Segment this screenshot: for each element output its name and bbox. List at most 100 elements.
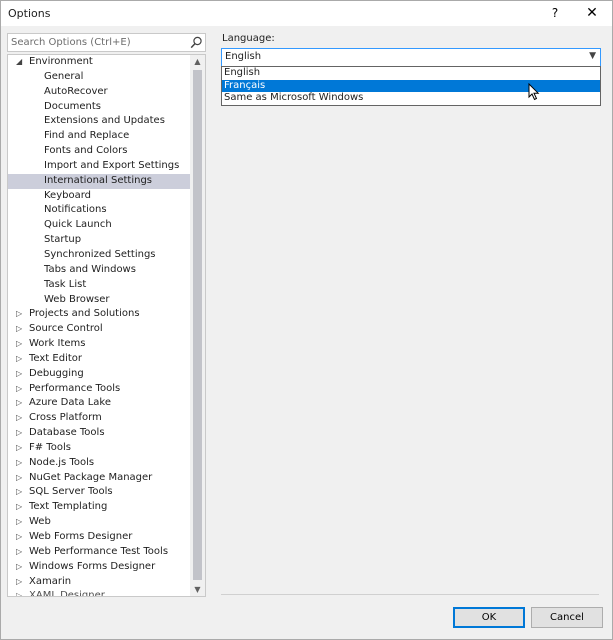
collapsed-arrow-icon[interactable]: ▷ [16, 396, 26, 411]
tree-item-label: Projects and Solutions [29, 308, 140, 320]
tree-item-label: Notifications [44, 204, 107, 216]
tree-item-label: General [44, 70, 84, 82]
collapsed-arrow-icon[interactable]: ▷ [16, 337, 26, 352]
collapsed-arrow-icon[interactable]: ▷ [16, 441, 26, 456]
tree-item[interactable]: ▷ Database Tools [8, 426, 190, 441]
tree-item[interactable]: Task List [8, 278, 190, 293]
tree-item[interactable]: ▷ Source Control [8, 322, 190, 337]
language-option-francais[interactable]: Français [222, 79, 600, 93]
search-input[interactable] [8, 34, 189, 51]
ok-button[interactable]: OK [453, 607, 525, 628]
tree-item[interactable]: ▷ Cross Platform [8, 411, 190, 426]
tree-item-label: Startup [44, 234, 82, 246]
collapsed-arrow-icon[interactable]: ▷ [16, 426, 26, 441]
tree-item-label: Database Tools [29, 427, 105, 439]
close-button[interactable]: ✕ [575, 0, 609, 26]
collapsed-arrow-icon[interactable]: ▷ [16, 560, 26, 575]
tree-item[interactable]: Quick Launch [8, 218, 190, 233]
tree-list: ◢ Environment General AutoRecover Documents E… [8, 55, 190, 597]
collapsed-arrow-icon[interactable]: ▷ [16, 471, 26, 486]
tree-item[interactable]: ▷ Web Performance Test Tools [8, 545, 190, 560]
collapsed-arrow-icon[interactable]: ▷ [16, 411, 26, 426]
scroll-up-icon[interactable]: ▲ [190, 55, 205, 68]
tree-item[interactable]: Notifications [8, 203, 190, 218]
scroll-thumb[interactable] [193, 70, 202, 580]
tree-item-label: Tabs and Windows [44, 263, 136, 275]
tree-item-label: Find and Replace [44, 130, 130, 142]
tree-item[interactable]: ▷ Work Items [8, 337, 190, 352]
cancel-button[interactable]: Cancel [531, 607, 603, 628]
collapsed-arrow-icon[interactable]: ▷ [16, 456, 26, 471]
tree-item[interactable]: ▷ Debugging [8, 367, 190, 382]
tree-item[interactable]: ▷ Node.js Tools [8, 456, 190, 471]
tree-item[interactable]: AutoRecover [8, 85, 190, 100]
tree-item-label: Fonts and Colors [44, 145, 128, 157]
collapsed-arrow-icon[interactable]: ▷ [16, 575, 26, 590]
title-bar: Options ? ✕ [0, 0, 613, 26]
tree-item-label: Debugging [29, 367, 84, 379]
tree-scrollbar[interactable]: ▲ ▼ [190, 55, 205, 596]
language-option-windows[interactable]: Same as Microsoft Windows [222, 92, 600, 105]
tree-item[interactable]: ▷ NuGet Package Manager [8, 471, 190, 486]
tree-item-label: Work Items [29, 338, 86, 350]
tree-item-label: Web Browser [44, 293, 110, 305]
tree-item[interactable]: Web Browser [8, 293, 190, 308]
collapsed-arrow-icon[interactable]: ▷ [16, 515, 26, 530]
tree-item[interactable]: ▷ SQL Server Tools [8, 485, 190, 500]
tree-item[interactable]: Find and Replace [8, 129, 190, 144]
tree-item-label: AutoRecover [44, 85, 108, 97]
expanded-arrow-icon[interactable]: ◢ [16, 55, 26, 70]
tree-item[interactable]: ▷ F# Tools [8, 441, 190, 456]
tree-item[interactable]: ▷ Windows Forms Designer [8, 560, 190, 575]
window-title: Options [8, 7, 51, 20]
collapsed-arrow-icon[interactable]: ▷ [16, 382, 26, 397]
tree-item-label: XAML Designer [29, 590, 105, 597]
footer-divider [221, 594, 599, 595]
tree-item-label: Documents [44, 100, 102, 112]
tree-item[interactable]: ▷ Azure Data Lake [8, 396, 190, 411]
tree-item-label: F# Tools [29, 441, 71, 453]
tree-item[interactable]: ▷ Text Templating [8, 500, 190, 515]
collapsed-arrow-icon[interactable]: ▷ [16, 589, 26, 596]
tree-item-label: Text Editor [29, 352, 82, 364]
tree-item[interactable]: ▷ Text Editor [8, 352, 190, 367]
collapsed-arrow-icon[interactable]: ▷ [16, 367, 26, 382]
tree-item[interactable]: Fonts and Colors [8, 144, 190, 159]
tree-item[interactable]: Documents [8, 100, 190, 115]
tree-item[interactable]: ▷ XAML Designer [8, 589, 190, 597]
tree-item-label: Text Templating [29, 501, 108, 513]
collapsed-arrow-icon[interactable]: ▷ [16, 307, 26, 322]
tree-item[interactable]: Keyboard [8, 189, 190, 204]
tree-item[interactable]: Tabs and Windows [8, 263, 190, 278]
collapsed-arrow-icon[interactable]: ▷ [16, 545, 26, 560]
chevron-down-icon[interactable]: ▼ [589, 51, 596, 61]
tree-item[interactable]: ▷ Xamarin [8, 575, 190, 590]
collapsed-arrow-icon[interactable]: ▷ [16, 352, 26, 367]
collapsed-arrow-icon[interactable]: ▷ [16, 485, 26, 500]
search-icon[interactable] [190, 36, 203, 49]
tree-item-label: Import and Export Settings [44, 159, 180, 171]
language-option-english[interactable]: English [222, 67, 600, 80]
tree-item-label: Web Performance Test Tools [29, 545, 169, 557]
language-select[interactable]: English ▼ [221, 48, 601, 67]
tree-item[interactable]: Extensions and Updates [8, 114, 190, 129]
tree-item-label: Windows Forms Designer [29, 560, 156, 572]
tree-item[interactable]: Startup [8, 233, 190, 248]
tree-item[interactable]: ▷ Web Forms Designer [8, 530, 190, 545]
tree-item[interactable]: ▷ Performance Tools [8, 382, 190, 397]
tree-item-label: Web Forms Designer [29, 531, 133, 542]
tree-item[interactable]: ▷ Web [8, 515, 190, 530]
search-box[interactable] [7, 33, 206, 52]
options-tree[interactable]: ◢ Environment General AutoRecover Documents E… [7, 54, 206, 597]
scroll-down-icon[interactable]: ▼ [190, 583, 205, 596]
tree-item[interactable]: General [8, 70, 190, 85]
tree-item[interactable]: Import and Export Settings [8, 159, 190, 174]
tree-item[interactable]: ▷ Projects and Solutions [8, 307, 190, 322]
tree-item[interactable]: ◢ Environment [8, 55, 190, 70]
collapsed-arrow-icon[interactable]: ▷ [16, 500, 26, 515]
tree-item[interactable]: International Settings [8, 173, 190, 189]
help-button[interactable]: ? [538, 0, 572, 26]
collapsed-arrow-icon[interactable]: ▷ [16, 530, 26, 545]
tree-item[interactable]: Synchronized Settings [8, 248, 190, 263]
collapsed-arrow-icon[interactable]: ▷ [16, 322, 26, 337]
